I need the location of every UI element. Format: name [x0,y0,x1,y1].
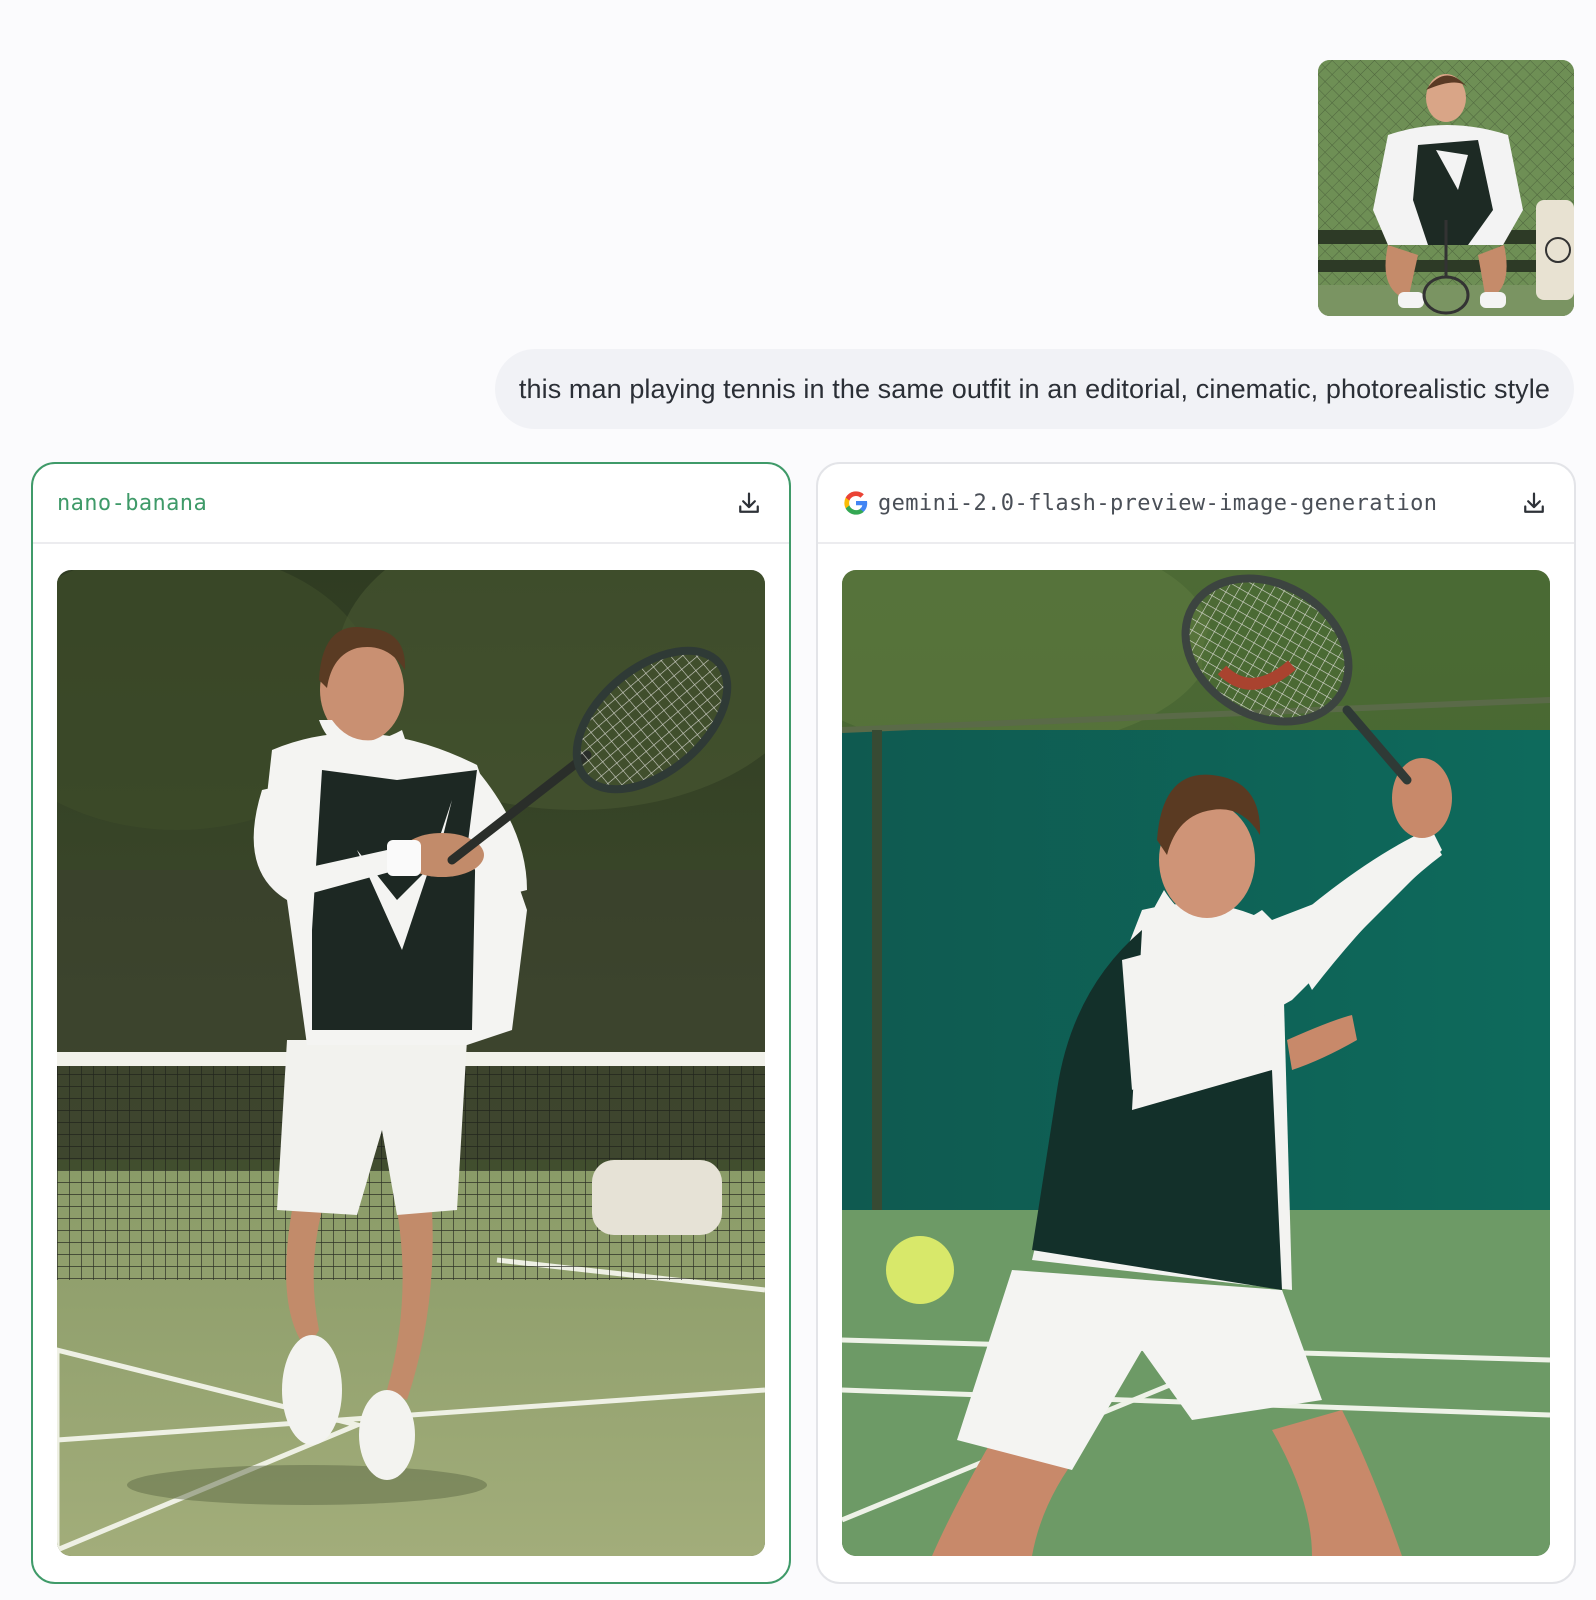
card-header: nano-banana [33,464,789,544]
generated-photo-tennis-backhand [842,570,1550,1556]
google-logo-icon [844,491,868,515]
user-prompt-bubble: this man playing tennis in the same outf… [494,349,1574,429]
generated-image[interactable] [57,570,765,1556]
reference-photo [1318,60,1574,316]
download-icon [1524,492,1544,513]
reference-image-thumbnail[interactable] [1318,60,1574,316]
result-card-gemini-2-0-flash[interactable]: gemini-2.0-flash-preview-image-generatio… [816,462,1576,1584]
result-card-nano-banana[interactable]: nano-banana [31,462,791,1584]
download-icon [739,492,759,513]
download-button[interactable] [1516,485,1552,521]
card-header: gemini-2.0-flash-preview-image-generatio… [818,464,1574,544]
prompt-text: this man playing tennis in the same outf… [518,373,1550,404]
model-name: nano-banana [57,490,208,516]
model-name: gemini-2.0-flash-preview-image-generatio… [878,490,1438,516]
download-button[interactable] [731,485,767,521]
generated-image[interactable] [842,570,1550,1556]
generated-photo-tennis-forehand [57,570,765,1556]
